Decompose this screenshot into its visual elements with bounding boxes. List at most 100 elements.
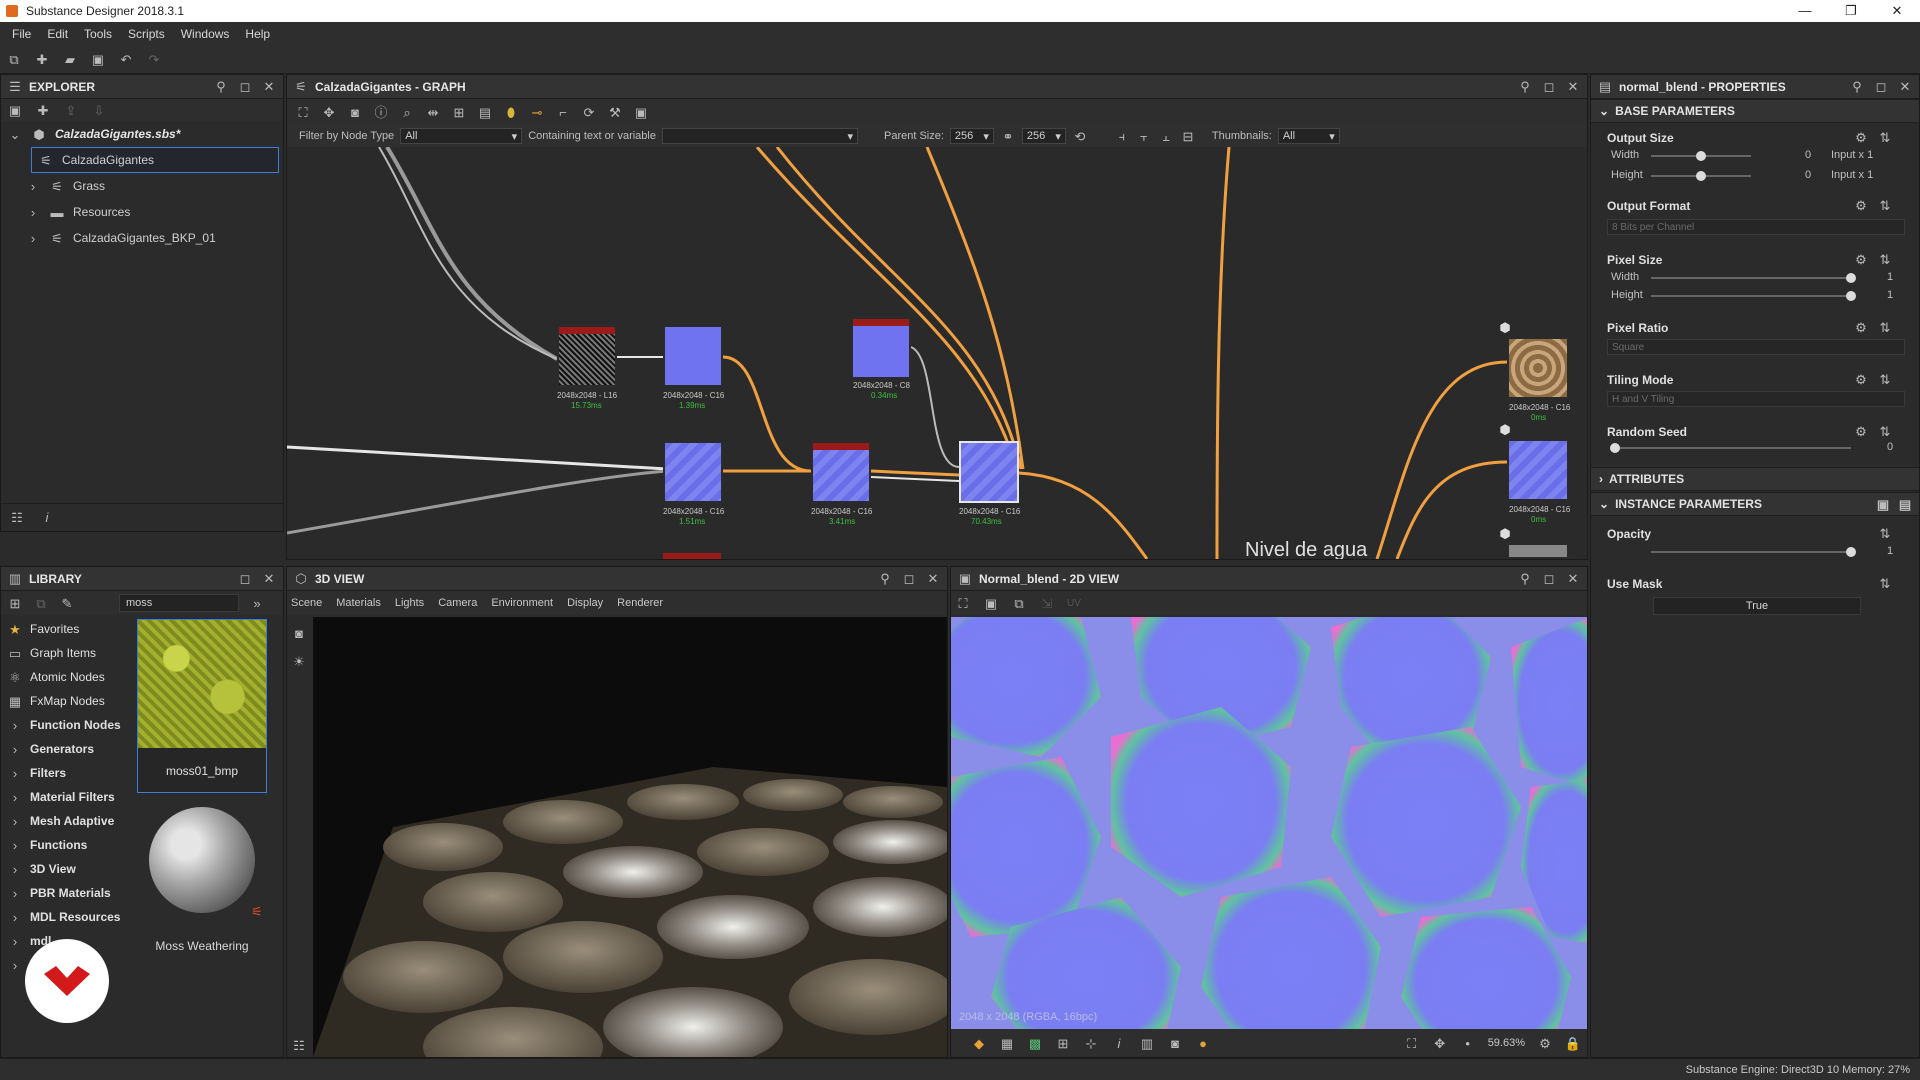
- checker-icon[interactable]: ▦: [999, 1035, 1015, 1051]
- function-icon[interactable]: ⚙: [1853, 129, 1869, 145]
- settings-icon[interactable]: ▣: [633, 104, 649, 120]
- uv-label[interactable]: UV: [1067, 598, 1081, 609]
- pin-icon[interactable]: ⚲: [877, 571, 893, 587]
- collapse-arrow-icon[interactable]: ⌄: [7, 126, 23, 142]
- align-left-icon[interactable]: ⫞: [1114, 128, 1130, 144]
- expand-arrow-icon[interactable]: ›: [25, 230, 41, 246]
- inherit-icon[interactable]: ⇅: [1877, 129, 1893, 145]
- tree-item-backup[interactable]: › ⚟ CalzadaGigantes_BKP_01: [1, 225, 283, 251]
- expand-arrow-icon[interactable]: ›: [25, 204, 41, 220]
- inherit-icon[interactable]: ⇅: [1877, 423, 1893, 439]
- tree-item-grass[interactable]: › ⚟ Grass: [1, 173, 283, 199]
- uv-icon[interactable]: ⇲: [1039, 595, 1055, 611]
- node-type-select[interactable]: All ▾: [400, 128, 523, 144]
- close-icon[interactable]: ✕: [1897, 79, 1913, 95]
- pin-icon[interactable]: ⚲: [1849, 79, 1865, 95]
- connect-icon[interactable]: ⌐: [555, 104, 571, 120]
- category-mesh-adaptive[interactable]: › Mesh Adaptive: [1, 809, 135, 833]
- redo-icon[interactable]: ↷: [146, 52, 162, 68]
- pan-icon[interactable]: ✥: [1432, 1035, 1448, 1051]
- function-icon[interactable]: ⚙: [1853, 251, 1869, 267]
- preset-icon[interactable]: ▣: [1875, 496, 1891, 512]
- histogram-icon[interactable]: ▥: [1139, 1035, 1155, 1051]
- menu-renderer[interactable]: Renderer: [617, 597, 663, 609]
- category-graph-items[interactable]: ▭ Graph Items: [1, 641, 135, 665]
- function-icon[interactable]: ⚙: [1853, 371, 1869, 387]
- menu-environment[interactable]: Environment: [491, 597, 553, 609]
- dot-icon[interactable]: •: [1460, 1035, 1476, 1051]
- section-instance-parameters[interactable]: ⌄ INSTANCE PARAMETERS ▣ ▤: [1591, 492, 1919, 516]
- distribute-icon[interactable]: ⫟: [1136, 128, 1152, 144]
- parent-size-select[interactable]: 256 ▾: [949, 128, 994, 144]
- library-search-input[interactable]: moss: [119, 594, 239, 612]
- graph-node-normal-2[interactable]: [663, 441, 723, 503]
- package-row[interactable]: ⌄ ⬢ CalzadaGigantes.sbs*: [1, 121, 283, 147]
- menu-windows[interactable]: Windows: [173, 27, 238, 41]
- new-graph-icon[interactable]: ✚: [34, 52, 50, 68]
- category-function-nodes[interactable]: › Function Nodes: [1, 713, 135, 737]
- moss-weathering-thumbnail[interactable]: [149, 807, 255, 913]
- tools-icon[interactable]: ⚒: [607, 104, 623, 120]
- tree-item-resources[interactable]: › ▬ Resources: [1, 199, 283, 225]
- random-seed-slider[interactable]: [1610, 443, 1851, 453]
- graph-node-normal-color[interactable]: [851, 317, 911, 379]
- pin-icon[interactable]: ⚲: [213, 79, 229, 95]
- maximize-icon[interactable]: ◻: [237, 571, 253, 587]
- layers-icon[interactable]: ◆: [971, 1035, 987, 1051]
- python-icon[interactable]: ⬮: [503, 104, 519, 120]
- stack-icon[interactable]: ⧉: [33, 595, 49, 611]
- menu-scripts[interactable]: Scripts: [120, 27, 173, 41]
- save-package-icon[interactable]: ▣: [7, 102, 23, 118]
- document-icon[interactable]: ▤: [1897, 496, 1913, 512]
- inherit-icon[interactable]: ⇅: [1877, 525, 1893, 541]
- snap-icon[interactable]: ⊟: [1180, 128, 1196, 144]
- slider-knob[interactable]: [1610, 443, 1620, 453]
- edit-icon[interactable]: ✎: [59, 595, 75, 611]
- graph-node-normal[interactable]: [663, 325, 723, 387]
- tiling-mode-select[interactable]: H and V Tiling: [1607, 391, 1905, 407]
- graph-node-normal-combine[interactable]: [811, 441, 871, 503]
- menu-file[interactable]: File: [4, 27, 39, 41]
- category-functions[interactable]: › Functions: [1, 833, 135, 857]
- function-icon[interactable]: ⚙: [1853, 197, 1869, 213]
- slider-knob[interactable]: [1696, 171, 1706, 181]
- graph-node-roughness-output[interactable]: [1507, 543, 1569, 559]
- slider-knob[interactable]: [1696, 151, 1706, 161]
- menu-lights[interactable]: Lights: [395, 597, 424, 609]
- camera-icon[interactable]: ◙: [347, 104, 363, 120]
- color-wheel-icon[interactable]: ●: [1195, 1035, 1211, 1051]
- maximize-icon[interactable]: ◻: [1541, 571, 1557, 587]
- pixel-height-slider[interactable]: [1651, 291, 1856, 301]
- 2d-viewport[interactable]: 2048 x 2048 (RGBA, 16bpc): [951, 617, 1587, 1029]
- import-icon[interactable]: ⇪: [63, 102, 79, 118]
- output-height-slider[interactable]: [1651, 171, 1751, 181]
- inherit-icon[interactable]: ⇅: [1877, 197, 1893, 213]
- category-pbr-materials[interactable]: › PBR Materials: [1, 881, 135, 905]
- save-icon[interactable]: ▣: [983, 595, 999, 611]
- filter-icon[interactable]: ⊞: [7, 595, 23, 611]
- reset-icon[interactable]: ⟲: [1072, 128, 1088, 144]
- link-ratio-icon[interactable]: ⚭: [1000, 128, 1016, 144]
- close-icon[interactable]: ✕: [1565, 79, 1581, 95]
- tile-icon[interactable]: ⊹: [1083, 1035, 1099, 1051]
- thumbnails-select[interactable]: All ▾: [1277, 128, 1340, 144]
- output-height-unit[interactable]: Input x 1: [1831, 169, 1873, 181]
- 3d-viewport[interactable]: [313, 617, 947, 1057]
- section-base-parameters[interactable]: ⌄ BASE PARAMETERS: [1591, 99, 1919, 123]
- copy-icon[interactable]: ⧉: [1011, 595, 1027, 611]
- settings-icon[interactable]: ⚙: [1537, 1035, 1553, 1051]
- graph-node-normal-output[interactable]: [1507, 439, 1569, 501]
- refresh-icon[interactable]: ⟳: [581, 104, 597, 120]
- pin-icon[interactable]: ⚲: [1517, 571, 1533, 587]
- output-width-unit[interactable]: Input x 1: [1831, 149, 1873, 161]
- info-icon[interactable]: ⓘ: [373, 104, 389, 120]
- export-icon[interactable]: ⇩: [91, 102, 107, 118]
- new-resource-icon[interactable]: ✚: [35, 102, 51, 118]
- minimize-button[interactable]: —: [1782, 3, 1828, 19]
- slider-knob[interactable]: [1846, 291, 1856, 301]
- camera-icon[interactable]: ◙: [291, 625, 307, 641]
- layout-icon[interactable]: ⊞: [451, 104, 467, 120]
- new-package-icon[interactable]: ⧉: [6, 52, 22, 68]
- menu-tools[interactable]: Tools: [76, 27, 120, 41]
- light-icon[interactable]: ☀: [291, 653, 307, 669]
